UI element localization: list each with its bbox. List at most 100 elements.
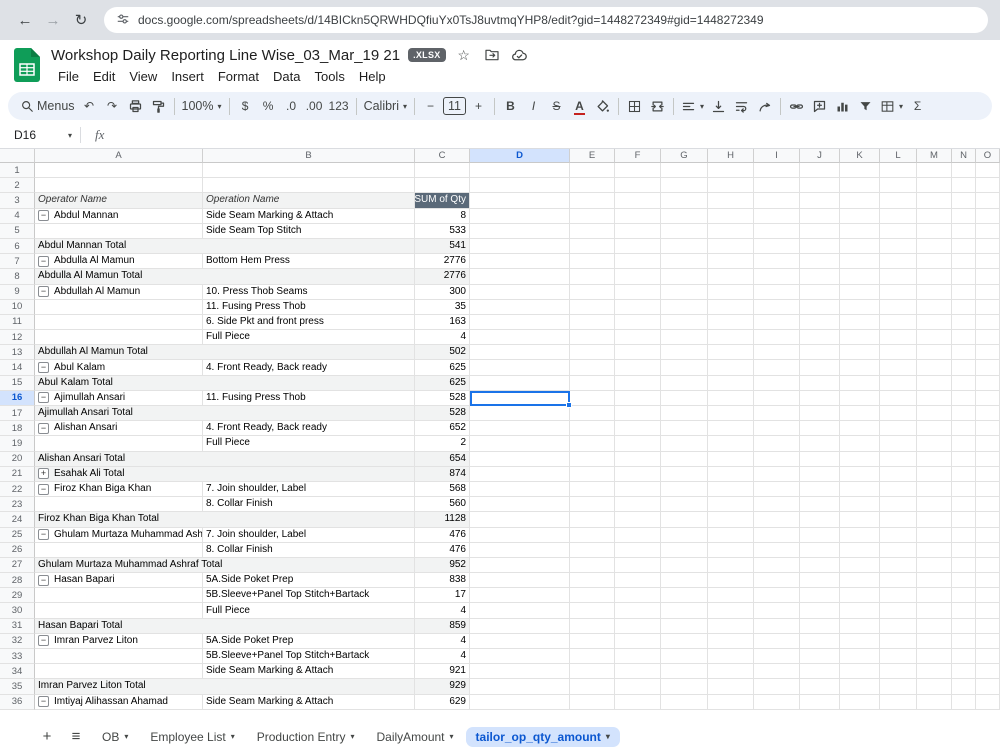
cell-M36[interactable] [917,694,952,710]
insert-chart-button[interactable] [831,94,854,118]
cell-J9[interactable] [800,284,840,300]
row-header-29[interactable]: 29 [0,588,35,604]
cell-I10[interactable] [754,299,800,315]
cell-J13[interactable] [800,345,840,361]
column-header-K[interactable]: K [840,149,880,163]
collapse-group-button[interactable]: − [38,255,49,267]
cell-L4[interactable] [880,208,917,224]
cell-N24[interactable] [952,512,976,528]
cell-O20[interactable] [976,451,1000,467]
cell-A34[interactable] [35,664,203,680]
cell-C12[interactable]: 4 [415,330,470,346]
cell-J22[interactable] [800,481,840,498]
row-header-14[interactable]: 14 [0,360,35,376]
cell-D9[interactable] [470,284,570,300]
cell-I26[interactable] [754,542,800,558]
row-header-30[interactable]: 30 [0,603,35,619]
cell-O34[interactable] [976,664,1000,680]
cell-M4[interactable] [917,208,952,224]
cell-C26[interactable]: 476 [415,542,470,558]
cell-G15[interactable] [661,375,708,391]
cell-J2[interactable] [800,178,840,194]
cell-D15[interactable] [470,375,570,391]
cell-E27[interactable] [570,557,615,574]
sheet-tab-DailyAmount[interactable]: DailyAmount ▾ [366,727,463,747]
cell-C15[interactable]: 625 [415,375,470,391]
browser-back-button[interactable]: ← [12,7,38,33]
cell-J34[interactable] [800,664,840,680]
cell-K28[interactable] [840,573,880,589]
cell-F15[interactable] [615,375,661,391]
cell-L17[interactable] [880,406,917,422]
cell-O5[interactable] [976,223,1000,239]
cell-O19[interactable] [976,436,1000,452]
cell-H6[interactable] [708,238,754,255]
cell-J12[interactable] [800,330,840,346]
row-header-4[interactable]: 4 [0,208,35,224]
cell-H9[interactable] [708,284,754,300]
cell-F8[interactable] [615,269,661,285]
cell-N19[interactable] [952,436,976,452]
cell-D25[interactable] [470,527,570,543]
cell-H15[interactable] [708,375,754,391]
cell-N2[interactable] [952,178,976,194]
cell-E1[interactable] [570,163,615,179]
cell-K22[interactable] [840,481,880,498]
decrease-font-size-button[interactable]: − [419,94,442,118]
cell-H34[interactable] [708,664,754,680]
cell-A13[interactable]: Abdullah Al Mamun Total [35,345,415,361]
increase-font-size-button[interactable]: + [467,94,490,118]
column-header-C[interactable]: C [415,149,470,163]
cell-B36[interactable]: Side Seam Marking & Attach [203,694,415,710]
cell-J29[interactable] [800,588,840,604]
cell-M8[interactable] [917,269,952,285]
cell-M16[interactable] [917,390,952,406]
row-header-17[interactable]: 17 [0,406,35,422]
cell-I13[interactable] [754,345,800,361]
cell-C18[interactable]: 652 [415,421,470,437]
cell-K33[interactable] [840,649,880,665]
cell-B9[interactable]: 10. Press Thob Seams [203,284,415,300]
cell-A28[interactable]: − Hasan Bapari [35,573,203,589]
column-header-N[interactable]: N [952,149,976,163]
cell-L23[interactable] [880,497,917,513]
cell-F32[interactable] [615,633,661,649]
cell-A26[interactable] [35,542,203,558]
cell-H26[interactable] [708,542,754,558]
cell-H27[interactable] [708,557,754,574]
menu-edit[interactable]: Edit [86,67,122,86]
cell-G28[interactable] [661,573,708,589]
cell-O13[interactable] [976,345,1000,361]
cell-F2[interactable] [615,178,661,194]
column-header-O[interactable]: O [976,149,1000,163]
cell-A14[interactable]: − Abul Kalam [35,360,203,376]
cell-M6[interactable] [917,238,952,255]
cell-L12[interactable] [880,330,917,346]
cell-O27[interactable] [976,557,1000,574]
cell-D34[interactable] [470,664,570,680]
cell-B32[interactable]: 5A.Side Poket Prep [203,633,415,649]
all-sheets-menu-button[interactable]: ≡ [63,725,89,749]
cell-A24[interactable]: Firoz Khan Biga Khan Total [35,512,415,528]
cell-C4[interactable]: 8 [415,208,470,224]
cell-A27[interactable]: Ghulam Murtaza Muhammad Ashraf Total [35,557,415,574]
cell-N26[interactable] [952,542,976,558]
redo-button[interactable]: ↷ [101,94,124,118]
cell-J18[interactable] [800,421,840,437]
cell-D3[interactable] [470,193,570,209]
cell-M9[interactable] [917,284,952,300]
cell-D28[interactable] [470,573,570,589]
cell-H13[interactable] [708,345,754,361]
cell-I29[interactable] [754,588,800,604]
cell-C22[interactable]: 568 [415,481,470,498]
cell-A32[interactable]: − Imran Parvez Liton [35,633,203,649]
cell-F19[interactable] [615,436,661,452]
borders-button[interactable] [623,94,646,118]
cell-H29[interactable] [708,588,754,604]
row-header-9[interactable]: 9 [0,284,35,300]
cell-J10[interactable] [800,299,840,315]
move-folder-icon[interactable] [482,46,502,64]
cell-L34[interactable] [880,664,917,680]
name-box[interactable]: D16 ▾ [0,128,80,142]
row-header-20[interactable]: 20 [0,451,35,467]
